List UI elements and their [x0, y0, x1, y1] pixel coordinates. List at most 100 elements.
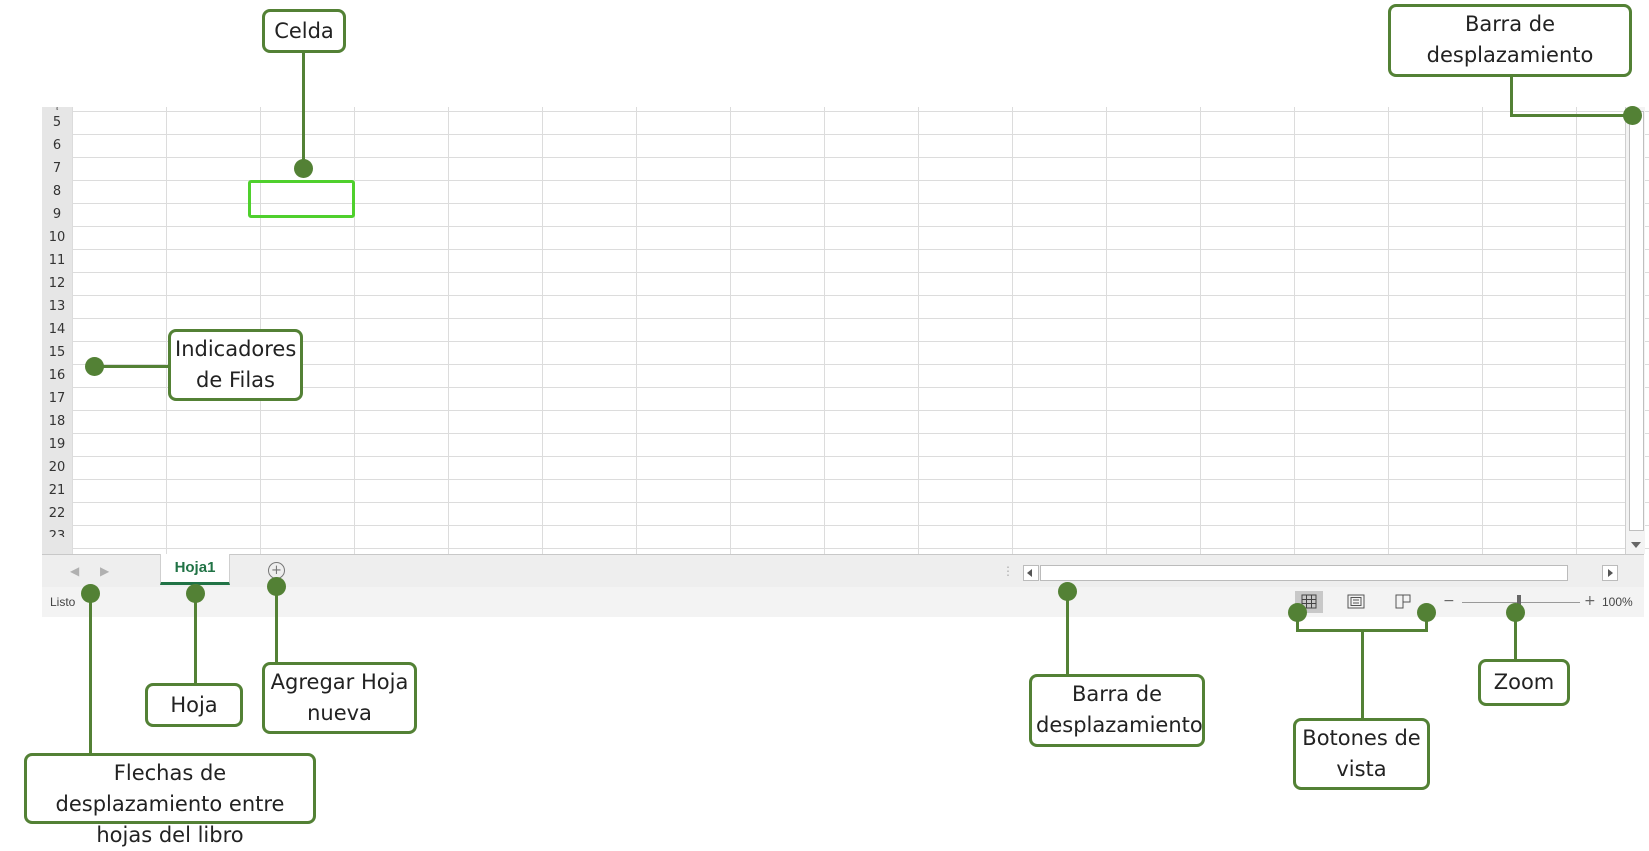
- zoom-level[interactable]: 100%: [1602, 595, 1633, 609]
- connector-line: [1510, 114, 1636, 117]
- row-number[interactable]: 12: [42, 272, 72, 295]
- row-gridline: [72, 272, 1649, 273]
- row-number[interactable]: 10: [42, 226, 72, 249]
- callout-dot: [294, 159, 313, 178]
- row-number[interactable]: 16: [42, 364, 72, 387]
- row-number[interactable]: 21: [42, 479, 72, 502]
- row-number[interactable]: 7: [42, 157, 72, 180]
- row-number[interactable]: 13: [42, 295, 72, 318]
- sheet-tab[interactable]: Hoja1: [160, 554, 230, 585]
- vertical-scrollbar[interactable]: [1625, 107, 1645, 554]
- column-gridline: [72, 107, 73, 554]
- row-number[interactable]: 9: [42, 203, 72, 226]
- row-gridline: [72, 433, 1649, 434]
- callout-dot: [267, 577, 286, 596]
- callout-zoom: Zoom: [1478, 659, 1570, 706]
- callout-celda: Celda: [262, 9, 346, 53]
- callout-dot: [1288, 603, 1307, 622]
- column-gridline: [542, 107, 543, 554]
- row-gridline: [72, 387, 1649, 388]
- page-break-view-button[interactable]: [1389, 591, 1417, 613]
- selected-cell[interactable]: [248, 180, 355, 218]
- row-number[interactable]: 15: [42, 341, 72, 364]
- callout-agregar-hoja: Agregar Hoja nueva: [262, 662, 417, 734]
- connector-line: [194, 592, 197, 684]
- callout-indicadores-filas: Indicadores de Filas: [168, 329, 303, 401]
- connector-line: [1066, 592, 1069, 676]
- row-gridline: [72, 410, 1649, 411]
- connector-line: [94, 365, 170, 368]
- column-gridline: [636, 107, 637, 554]
- callout-barra-vertical: Barra de desplazamiento: [1388, 4, 1632, 77]
- row-gridline: [72, 502, 1649, 503]
- next-sheet-arrow-icon[interactable]: ▶: [100, 564, 109, 578]
- callout-dot: [81, 584, 100, 603]
- row-number[interactable]: 5: [42, 111, 72, 134]
- callout-flechas: Flechas de desplazamiento entre hojas de…: [24, 753, 316, 847]
- connector-line: [89, 592, 92, 756]
- column-gridline: [1482, 107, 1483, 554]
- scroll-left-icon[interactable]: [1023, 565, 1039, 581]
- callout-barra-horizontal: Barra de desplazamiento: [1029, 674, 1205, 747]
- callout-botones-vista: Botones de vista: [1293, 718, 1430, 790]
- zoom-in-button[interactable]: +: [1584, 593, 1596, 609]
- zoom-slider[interactable]: [1462, 602, 1580, 603]
- status-text: Listo: [50, 595, 76, 609]
- row-number[interactable]: 11: [42, 249, 72, 272]
- callout-dot: [1058, 582, 1077, 601]
- row-gridline: [72, 249, 1649, 250]
- row-gridline: [72, 341, 1649, 342]
- row-gridline: [72, 134, 1649, 135]
- row-number[interactable]: 23: [42, 525, 72, 537]
- row-gridline: [72, 226, 1649, 227]
- connector-line: [275, 585, 278, 665]
- column-gridline: [448, 107, 449, 554]
- column-gridline: [166, 107, 167, 554]
- prev-sheet-arrow-icon[interactable]: ◀: [70, 564, 79, 578]
- callout-dot: [186, 584, 205, 603]
- row-headers: 4 5 6 7 8 9 10 11 12 13 14 15 16 17 18 1…: [42, 107, 72, 554]
- callout-dot: [85, 357, 104, 376]
- column-gridline: [730, 107, 731, 554]
- connector-line: [302, 48, 305, 168]
- row-number[interactable]: 20: [42, 456, 72, 479]
- scroll-down-icon[interactable]: [1631, 542, 1641, 548]
- column-gridline: [1106, 107, 1107, 554]
- split-handle-icon[interactable]: ⋮: [1002, 564, 1014, 578]
- callout-dot: [1506, 603, 1525, 622]
- callout-dot: [1417, 603, 1436, 622]
- vertical-scroll-thumb[interactable]: [1629, 111, 1644, 531]
- row-number[interactable]: 6: [42, 134, 72, 157]
- row-number[interactable]: 14: [42, 318, 72, 341]
- row-number[interactable]: 17: [42, 387, 72, 410]
- horizontal-scrollbar[interactable]: [1023, 565, 1618, 581]
- column-gridline: [1388, 107, 1389, 554]
- row-gridline: [72, 548, 1649, 549]
- row-gridline: [72, 295, 1649, 296]
- row-gridline: [72, 364, 1649, 365]
- zoom-out-button[interactable]: −: [1443, 593, 1455, 609]
- row-gridline: [72, 479, 1649, 480]
- horizontal-scroll-thumb[interactable]: [1040, 565, 1568, 581]
- row-number[interactable]: 18: [42, 410, 72, 433]
- row-gridline: [72, 456, 1649, 457]
- page-break-icon: [1395, 594, 1411, 609]
- scroll-right-icon[interactable]: [1602, 565, 1618, 581]
- row-gridline: [72, 157, 1649, 158]
- row-number[interactable]: 8: [42, 180, 72, 203]
- column-gridline: [1576, 107, 1577, 554]
- column-gridline: [1200, 107, 1201, 554]
- page-layout-view-button[interactable]: [1342, 591, 1370, 613]
- column-gridline: [1294, 107, 1295, 554]
- row-gridline: [72, 318, 1649, 319]
- row-number[interactable]: 19: [42, 433, 72, 456]
- callout-hoja: Hoja: [145, 683, 243, 727]
- callout-dot: [1623, 106, 1642, 125]
- column-gridline: [918, 107, 919, 554]
- column-gridline: [1012, 107, 1013, 554]
- connector-line: [1361, 629, 1364, 718]
- column-gridline: [824, 107, 825, 554]
- page-layout-icon: [1347, 594, 1365, 609]
- row-number[interactable]: 22: [42, 502, 72, 525]
- column-gridline: [354, 107, 355, 554]
